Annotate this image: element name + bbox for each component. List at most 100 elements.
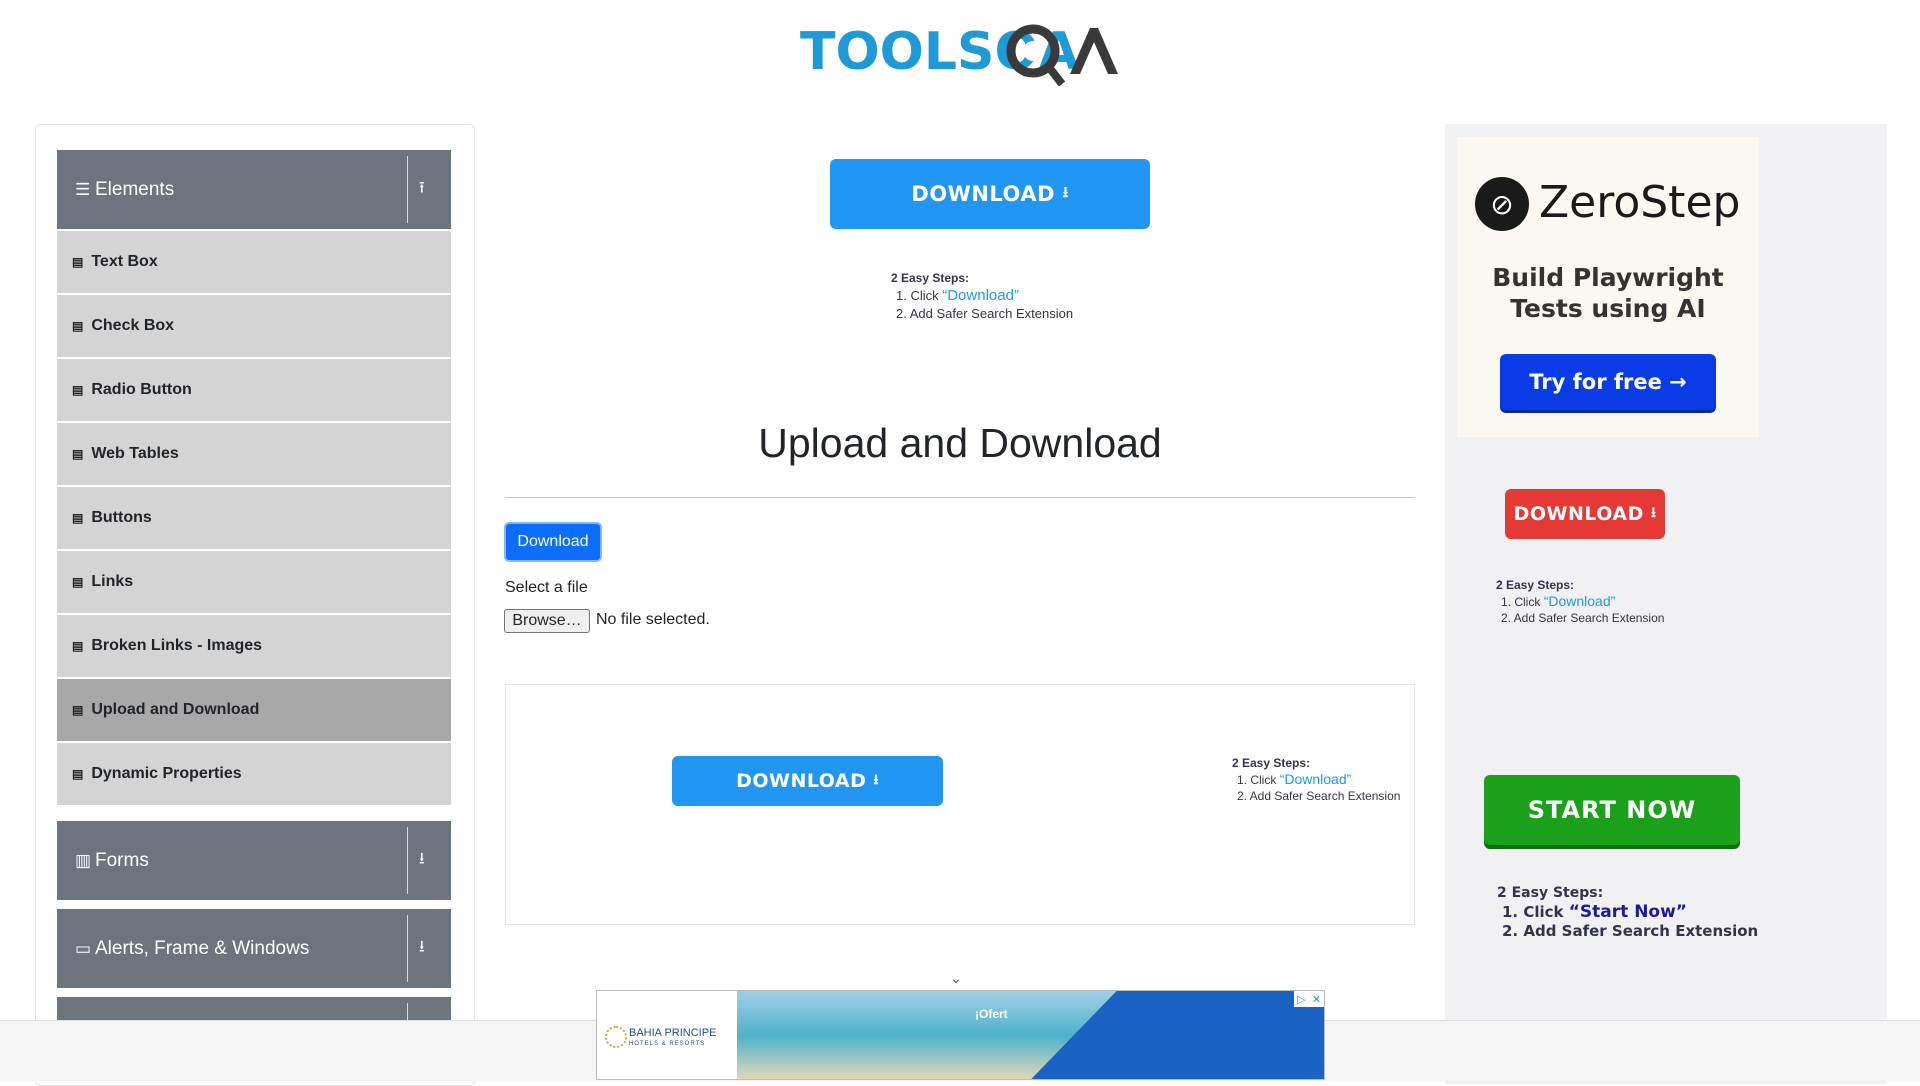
step-1: 1. Click “Download”	[1496, 593, 1664, 610]
sidebar-item-label: Text Box	[91, 253, 158, 270]
ad-button-label: DOWNLOAD	[1513, 503, 1644, 525]
ad-download-button[interactable]: DOWNLOAD ⭳	[672, 756, 943, 806]
sun-icon	[605, 1026, 627, 1048]
sidebar-item-label: Dynamic Properties	[91, 765, 242, 782]
list-item-icon: ▤	[72, 703, 84, 717]
close-icon[interactable]: ✕	[1312, 993, 1321, 1006]
ad-button-label: DOWNLOAD	[911, 182, 1056, 206]
divider	[407, 156, 408, 223]
headline-line-2: Tests using AI	[1510, 294, 1706, 323]
step-text: 1. Click	[896, 288, 943, 303]
sidebar-item-dynamic-properties[interactable]: ▤ Dynamic Properties	[57, 743, 451, 805]
steps-title: 2 Easy Steps:	[1496, 578, 1575, 592]
page-title: Upload and Download	[758, 420, 1162, 466]
steps-title: 2 Easy Steps:	[1497, 885, 1604, 901]
ad-steps: 2 Easy Steps: 1. Click “Start Now” 2. Ad…	[1497, 884, 1758, 941]
sidebar-item-label: Broken Links - Images	[91, 637, 263, 654]
chevron-down-icon[interactable]: ⌄	[950, 970, 962, 987]
group-label: Elements	[95, 178, 175, 200]
zerostep-logo-icon: ⊘	[1475, 177, 1529, 231]
download-button[interactable]: Download	[504, 522, 602, 562]
ad-download-button[interactable]: DOWNLOAD ⭳	[1505, 489, 1665, 539]
start-now-button[interactable]: START NOW	[1484, 775, 1740, 845]
sidebar-item-label: Web Tables	[91, 445, 179, 462]
sidebar-item-buttons[interactable]: ▤ Buttons	[57, 487, 451, 549]
sidebar-item-label: Buttons	[91, 509, 152, 526]
headline-line-1: Build Playwright	[1492, 263, 1724, 292]
try-for-free-button[interactable]: Try for free →	[1500, 354, 1716, 410]
steps-title: 2 Easy Steps:	[891, 271, 970, 285]
sidebar-item-label: Radio Button	[91, 381, 192, 398]
expand-arrow-icon[interactable]: ⭳	[419, 847, 425, 874]
divider	[407, 915, 408, 982]
file-status: No file selected.	[596, 611, 710, 628]
zerostep-headline: Build Playwright Tests using AI	[1457, 262, 1759, 324]
collapse-arrow-icon[interactable]: ⭱	[419, 176, 425, 203]
toolsqa-logo[interactable]: TOOLSQA	[800, 14, 1126, 94]
list-item-icon: ▤	[72, 383, 84, 397]
group-label: Alerts, Frame & Windows	[95, 937, 310, 959]
title-divider	[505, 497, 1415, 498]
list-item-icon: ▤	[72, 767, 84, 781]
sidebar-item-links[interactable]: ▤ Links	[57, 551, 451, 613]
step-link[interactable]: “Start Now”	[1569, 902, 1687, 922]
list-item-icon: ▤	[72, 575, 84, 589]
sidebar-item-label: Links	[91, 573, 134, 590]
list-item-icon: ▤	[72, 319, 84, 333]
sidebar-item-broken-links[interactable]: ▤ Broken Links - Images	[57, 615, 451, 677]
download-icon: ⭳	[1062, 182, 1069, 201]
ad-button-label: DOWNLOAD	[736, 770, 867, 792]
sidebar-item-label: Upload and Download	[91, 701, 260, 718]
step-link[interactable]: “Download”	[1280, 771, 1352, 787]
sidebar-group-elements[interactable]: ☰ Elements ⭱	[57, 150, 451, 229]
bottom-banner-ad[interactable]: BAHIA PRINCIPE HOTELS & RESORTS ¡Ofert ▷…	[596, 990, 1325, 1080]
step-2: 2. Add Safer Search Extension	[896, 306, 1074, 321]
step-2: 2. Add Safer Search Extension	[1237, 789, 1401, 803]
sidebar-item-web-tables[interactable]: ▤ Web Tables	[57, 423, 451, 485]
list-item-icon: ▤	[72, 447, 84, 461]
adchoices-icon[interactable]: ▷	[1297, 993, 1305, 1006]
sidebar-item-upload-and-download[interactable]: ▤ Upload and Download	[57, 679, 451, 741]
form-icon: ▥	[75, 850, 92, 870]
step-link[interactable]: “Download”	[1544, 593, 1616, 609]
step-1: 1. Click “Download”	[891, 287, 1073, 305]
expand-arrow-icon[interactable]: ⭳	[419, 935, 425, 962]
sidebar: ☰ Elements ⭱ ▤ Text Box ▤ Check Box ▤ Radio…	[35, 124, 475, 1086]
step-1: 1. Click “Download”	[1232, 771, 1400, 788]
list-item-icon: ▤	[72, 639, 84, 653]
browse-button[interactable]: Browse…	[504, 609, 590, 633]
ad-choices[interactable]: ▷ ✕	[1294, 991, 1324, 1007]
sidebar-group-forms[interactable]: ▥ Forms ⭳	[57, 821, 451, 900]
banner-brand-panel: BAHIA PRINCIPE HOTELS & RESORTS	[597, 991, 737, 1079]
sidebar-group-alerts[interactable]: ▭ Alerts, Frame & Windows ⭳	[57, 909, 451, 988]
ad-steps: 2 Easy Steps: 1. Click “Download” 2. Add…	[891, 269, 1073, 323]
hamburger-icon: ☰	[75, 179, 91, 199]
step-2: 2. Add Safer Search Extension	[1501, 611, 1665, 625]
divider	[407, 827, 408, 894]
select-file-label: Select a file	[505, 579, 588, 596]
step-link[interactable]: “Download”	[942, 287, 1019, 304]
sidebar-item-radio-button[interactable]: ▤ Radio Button	[57, 359, 451, 421]
ad-download-button[interactable]: DOWNLOAD ⭳	[830, 159, 1150, 229]
step-text: 1. Click	[1501, 595, 1544, 609]
ad-steps: 2 Easy Steps: 1. Click “Download” 2. Add…	[1232, 755, 1400, 804]
list-item-icon: ▤	[72, 511, 84, 525]
list-item-icon: ▤	[72, 255, 84, 269]
ad-steps: 2 Easy Steps: 1. Click “Download” 2. Add…	[1496, 577, 1664, 626]
step-text: 1. Click	[1502, 903, 1569, 921]
banner-offer-text: ¡Ofert	[975, 1007, 1008, 1021]
step-1: 1. Click “Start Now”	[1497, 903, 1758, 922]
ad-middle: DOWNLOAD ⭳ 2 Easy Steps: 1. Click “Downl…	[505, 684, 1415, 925]
zerostep-brand: ZeroStep	[1539, 177, 1741, 228]
sidebar-item-label: Check Box	[91, 317, 175, 334]
zerostep-ad[interactable]: ⊘ ZeroStep Build Playwright Tests using …	[1457, 137, 1759, 437]
step-text: 1. Click	[1237, 773, 1280, 787]
steps-title: 2 Easy Steps:	[1232, 756, 1311, 770]
sidebar-item-check-box[interactable]: ▤ Check Box	[57, 295, 451, 357]
group-label: Forms	[95, 849, 149, 871]
sidebar-item-text-box[interactable]: ▤ Text Box	[57, 231, 451, 293]
download-icon: ⭳	[1651, 505, 1657, 521]
step-2: 2. Add Safer Search Extension	[1502, 922, 1759, 940]
banner-brand-sub: HOTELS & RESORTS	[629, 1041, 706, 1047]
banner-brand: BAHIA PRINCIPE	[629, 1027, 717, 1039]
